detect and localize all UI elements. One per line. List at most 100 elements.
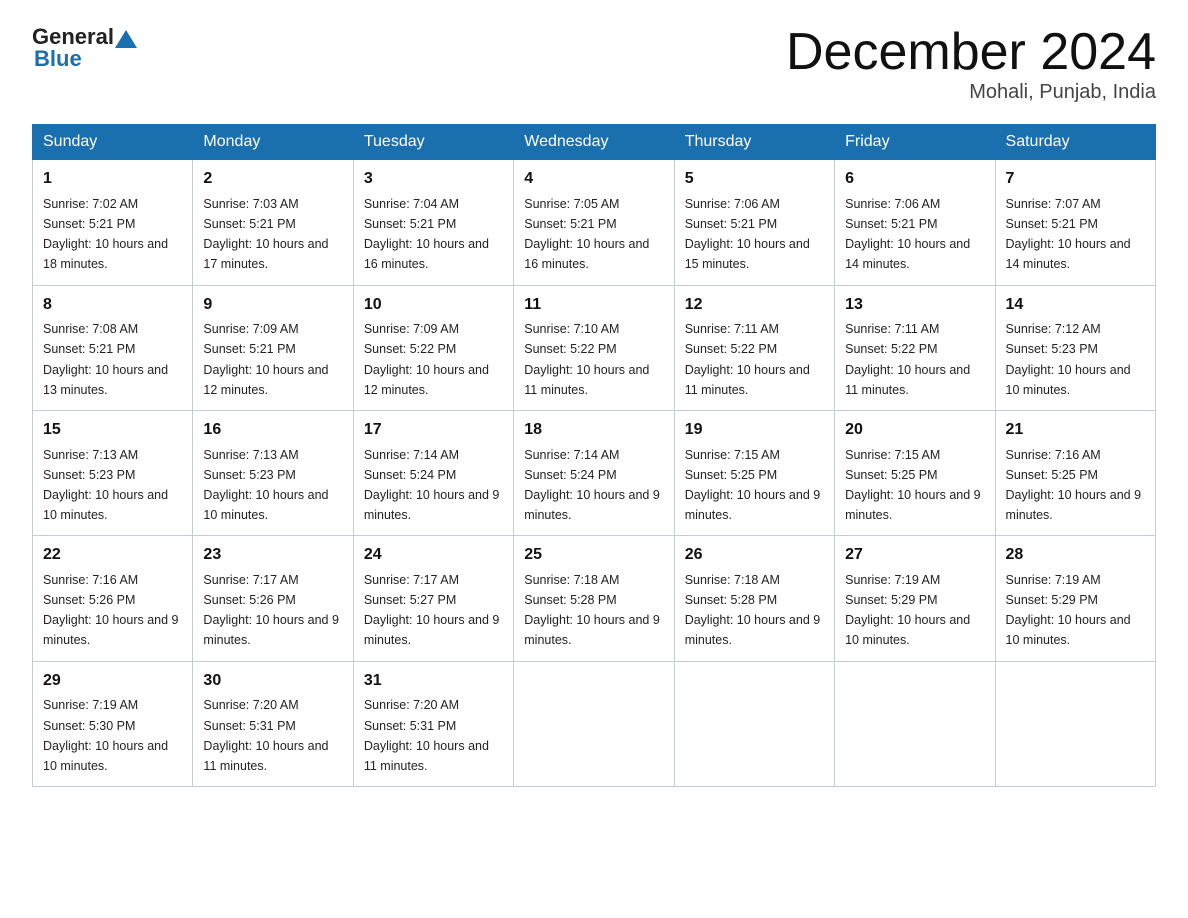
day-number: 28 (1006, 543, 1145, 568)
day-number: 16 (203, 418, 342, 443)
calendar-cell: 12 Sunrise: 7:11 AMSunset: 5:22 PMDaylig… (674, 285, 834, 410)
calendar-cell: 31 Sunrise: 7:20 AMSunset: 5:31 PMDaylig… (353, 661, 513, 786)
day-number: 11 (524, 293, 663, 318)
day-number: 22 (43, 543, 182, 568)
calendar-cell: 18 Sunrise: 7:14 AMSunset: 5:24 PMDaylig… (514, 410, 674, 535)
day-info: Sunrise: 7:13 AMSunset: 5:23 PMDaylight:… (203, 448, 328, 522)
calendar-cell: 8 Sunrise: 7:08 AMSunset: 5:21 PMDayligh… (33, 285, 193, 410)
day-info: Sunrise: 7:06 AMSunset: 5:21 PMDaylight:… (685, 197, 810, 271)
title-block: December 2024 Mohali, Punjab, India (786, 24, 1156, 104)
calendar-cell: 30 Sunrise: 7:20 AMSunset: 5:31 PMDaylig… (193, 661, 353, 786)
day-info: Sunrise: 7:02 AMSunset: 5:21 PMDaylight:… (43, 197, 168, 271)
calendar-cell: 15 Sunrise: 7:13 AMSunset: 5:23 PMDaylig… (33, 410, 193, 535)
calendar-cell: 6 Sunrise: 7:06 AMSunset: 5:21 PMDayligh… (835, 160, 995, 285)
day-info: Sunrise: 7:17 AMSunset: 5:26 PMDaylight:… (203, 573, 339, 647)
day-info: Sunrise: 7:20 AMSunset: 5:31 PMDaylight:… (364, 698, 489, 772)
calendar-cell: 17 Sunrise: 7:14 AMSunset: 5:24 PMDaylig… (353, 410, 513, 535)
calendar-week-4: 22 Sunrise: 7:16 AMSunset: 5:26 PMDaylig… (33, 536, 1156, 661)
day-info: Sunrise: 7:09 AMSunset: 5:21 PMDaylight:… (203, 322, 328, 396)
day-number: 24 (364, 543, 503, 568)
day-info: Sunrise: 7:16 AMSunset: 5:26 PMDaylight:… (43, 573, 179, 647)
day-number: 8 (43, 293, 182, 318)
day-number: 25 (524, 543, 663, 568)
calendar-cell (514, 661, 674, 786)
calendar-cell: 19 Sunrise: 7:15 AMSunset: 5:25 PMDaylig… (674, 410, 834, 535)
col-monday: Monday (193, 125, 353, 160)
day-number: 17 (364, 418, 503, 443)
calendar-cell: 22 Sunrise: 7:16 AMSunset: 5:26 PMDaylig… (33, 536, 193, 661)
day-number: 3 (364, 167, 503, 192)
day-number: 2 (203, 167, 342, 192)
day-info: Sunrise: 7:15 AMSunset: 5:25 PMDaylight:… (685, 448, 821, 522)
calendar-cell: 3 Sunrise: 7:04 AMSunset: 5:21 PMDayligh… (353, 160, 513, 285)
day-number: 27 (845, 543, 984, 568)
day-number: 7 (1006, 167, 1145, 192)
day-number: 4 (524, 167, 663, 192)
calendar-week-3: 15 Sunrise: 7:13 AMSunset: 5:23 PMDaylig… (33, 410, 1156, 535)
calendar-cell: 25 Sunrise: 7:18 AMSunset: 5:28 PMDaylig… (514, 536, 674, 661)
day-number: 9 (203, 293, 342, 318)
day-info: Sunrise: 7:17 AMSunset: 5:27 PMDaylight:… (364, 573, 500, 647)
calendar-cell (835, 661, 995, 786)
day-info: Sunrise: 7:13 AMSunset: 5:23 PMDaylight:… (43, 448, 168, 522)
day-info: Sunrise: 7:05 AMSunset: 5:21 PMDaylight:… (524, 197, 649, 271)
page-header: General Blue December 2024 Mohali, Punja… (32, 24, 1156, 104)
calendar-cell: 7 Sunrise: 7:07 AMSunset: 5:21 PMDayligh… (995, 160, 1155, 285)
calendar-week-5: 29 Sunrise: 7:19 AMSunset: 5:30 PMDaylig… (33, 661, 1156, 786)
day-number: 15 (43, 418, 182, 443)
day-number: 29 (43, 669, 182, 694)
day-number: 6 (845, 167, 984, 192)
calendar-cell: 4 Sunrise: 7:05 AMSunset: 5:21 PMDayligh… (514, 160, 674, 285)
calendar-cell: 24 Sunrise: 7:17 AMSunset: 5:27 PMDaylig… (353, 536, 513, 661)
calendar-cell: 5 Sunrise: 7:06 AMSunset: 5:21 PMDayligh… (674, 160, 834, 285)
header-row: Sunday Monday Tuesday Wednesday Thursday… (33, 125, 1156, 160)
day-number: 20 (845, 418, 984, 443)
day-info: Sunrise: 7:04 AMSunset: 5:21 PMDaylight:… (364, 197, 489, 271)
day-info: Sunrise: 7:16 AMSunset: 5:25 PMDaylight:… (1006, 448, 1142, 522)
day-number: 30 (203, 669, 342, 694)
day-number: 23 (203, 543, 342, 568)
day-number: 14 (1006, 293, 1145, 318)
day-number: 31 (364, 669, 503, 694)
day-number: 21 (1006, 418, 1145, 443)
day-number: 12 (685, 293, 824, 318)
calendar-cell: 10 Sunrise: 7:09 AMSunset: 5:22 PMDaylig… (353, 285, 513, 410)
col-sunday: Sunday (33, 125, 193, 160)
calendar-cell: 29 Sunrise: 7:19 AMSunset: 5:30 PMDaylig… (33, 661, 193, 786)
col-wednesday: Wednesday (514, 125, 674, 160)
logo-triangle-icon (115, 28, 137, 50)
col-saturday: Saturday (995, 125, 1155, 160)
logo-blue-text: Blue (34, 46, 82, 72)
calendar-week-1: 1 Sunrise: 7:02 AMSunset: 5:21 PMDayligh… (33, 160, 1156, 285)
calendar-cell: 21 Sunrise: 7:16 AMSunset: 5:25 PMDaylig… (995, 410, 1155, 535)
day-number: 5 (685, 167, 824, 192)
calendar-cell: 11 Sunrise: 7:10 AMSunset: 5:22 PMDaylig… (514, 285, 674, 410)
calendar-cell: 23 Sunrise: 7:17 AMSunset: 5:26 PMDaylig… (193, 536, 353, 661)
calendar-cell: 14 Sunrise: 7:12 AMSunset: 5:23 PMDaylig… (995, 285, 1155, 410)
day-number: 18 (524, 418, 663, 443)
calendar-table: Sunday Monday Tuesday Wednesday Thursday… (32, 124, 1156, 787)
day-number: 19 (685, 418, 824, 443)
day-info: Sunrise: 7:08 AMSunset: 5:21 PMDaylight:… (43, 322, 168, 396)
day-number: 13 (845, 293, 984, 318)
day-info: Sunrise: 7:19 AMSunset: 5:30 PMDaylight:… (43, 698, 168, 772)
day-number: 26 (685, 543, 824, 568)
calendar-cell: 27 Sunrise: 7:19 AMSunset: 5:29 PMDaylig… (835, 536, 995, 661)
day-info: Sunrise: 7:07 AMSunset: 5:21 PMDaylight:… (1006, 197, 1131, 271)
day-info: Sunrise: 7:03 AMSunset: 5:21 PMDaylight:… (203, 197, 328, 271)
day-number: 1 (43, 167, 182, 192)
day-info: Sunrise: 7:18 AMSunset: 5:28 PMDaylight:… (524, 573, 660, 647)
calendar-week-2: 8 Sunrise: 7:08 AMSunset: 5:21 PMDayligh… (33, 285, 1156, 410)
day-info: Sunrise: 7:11 AMSunset: 5:22 PMDaylight:… (845, 322, 970, 396)
day-info: Sunrise: 7:19 AMSunset: 5:29 PMDaylight:… (845, 573, 970, 647)
calendar-cell: 13 Sunrise: 7:11 AMSunset: 5:22 PMDaylig… (835, 285, 995, 410)
calendar-cell: 16 Sunrise: 7:13 AMSunset: 5:23 PMDaylig… (193, 410, 353, 535)
col-tuesday: Tuesday (353, 125, 513, 160)
location-text: Mohali, Punjab, India (786, 81, 1156, 104)
day-info: Sunrise: 7:19 AMSunset: 5:29 PMDaylight:… (1006, 573, 1131, 647)
month-title: December 2024 (786, 24, 1156, 81)
day-info: Sunrise: 7:09 AMSunset: 5:22 PMDaylight:… (364, 322, 489, 396)
day-info: Sunrise: 7:11 AMSunset: 5:22 PMDaylight:… (685, 322, 810, 396)
day-number: 10 (364, 293, 503, 318)
calendar-cell: 2 Sunrise: 7:03 AMSunset: 5:21 PMDayligh… (193, 160, 353, 285)
